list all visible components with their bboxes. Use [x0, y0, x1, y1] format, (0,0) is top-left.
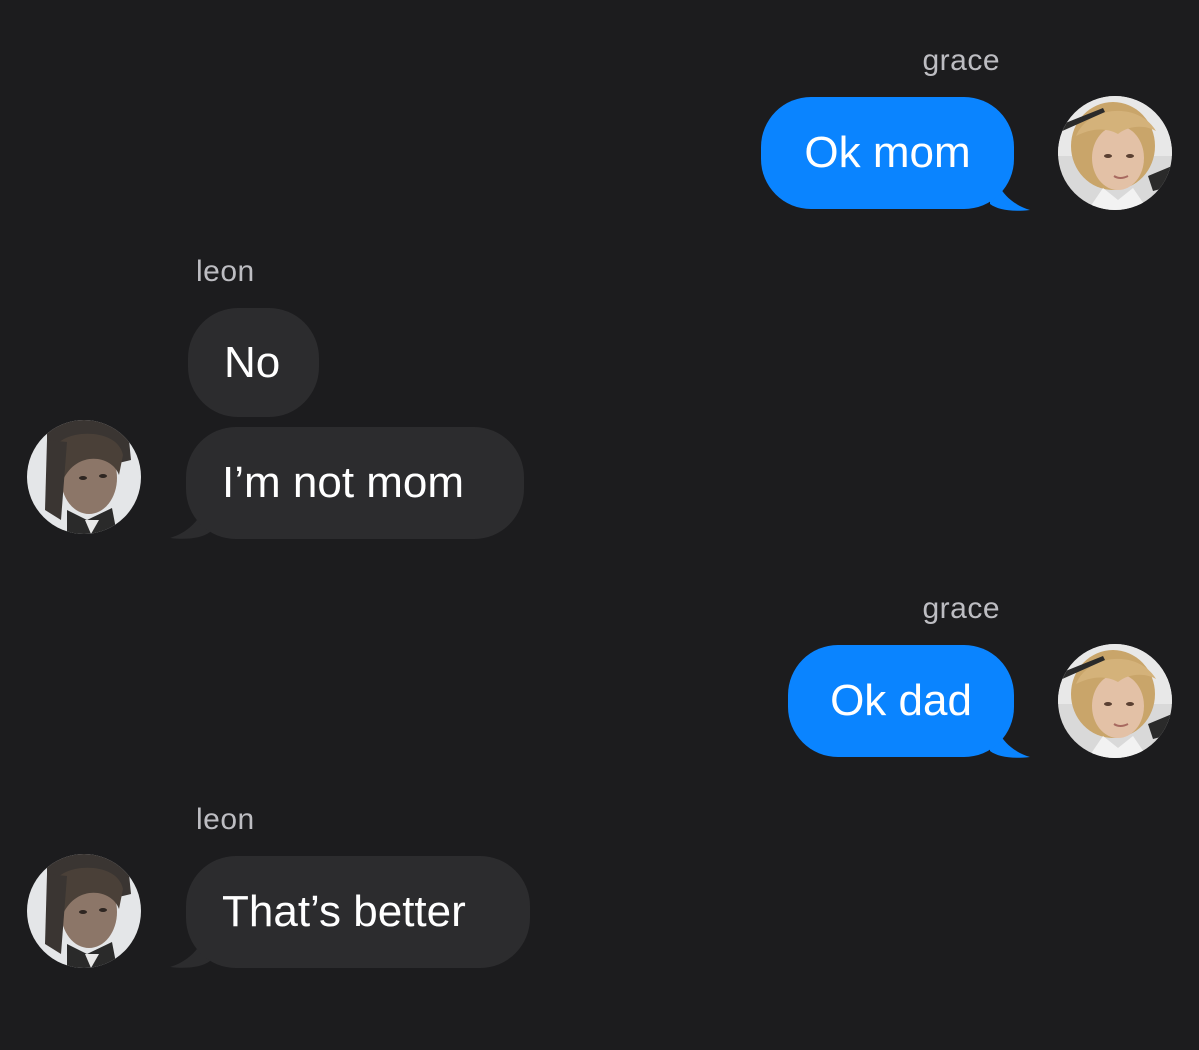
message-text: That’s better — [222, 887, 466, 936]
avatar-leon-image — [27, 854, 141, 968]
message-bubble-incoming[interactable]: That’s better — [186, 856, 530, 968]
message-text: Ok dad — [830, 676, 972, 725]
avatar-grace-image — [1058, 644, 1172, 758]
message-text: No — [224, 337, 281, 387]
message-text: Ok mom — [804, 128, 971, 177]
avatar-grace[interactable] — [1058, 644, 1172, 758]
message-bubble-outgoing[interactable]: Ok mom — [761, 97, 1014, 209]
sender-name-leon: leon — [196, 255, 255, 288]
avatar-leon[interactable] — [27, 420, 141, 534]
sender-name-grace: grace — [922, 592, 1000, 625]
avatar-leon[interactable] — [27, 854, 141, 968]
avatar-grace[interactable] — [1058, 96, 1172, 210]
message-bubble-incoming[interactable]: I’m not mom — [186, 427, 524, 539]
sender-name-grace: grace — [922, 44, 1000, 77]
sender-name-leon: leon — [196, 803, 255, 836]
message-bubble-outgoing[interactable]: Ok dad — [788, 645, 1014, 757]
avatar-grace-image — [1058, 96, 1172, 210]
message-text: I’m not mom — [222, 458, 465, 507]
message-bubble-incoming[interactable]: No — [188, 308, 319, 417]
avatar-leon-image — [27, 420, 141, 534]
